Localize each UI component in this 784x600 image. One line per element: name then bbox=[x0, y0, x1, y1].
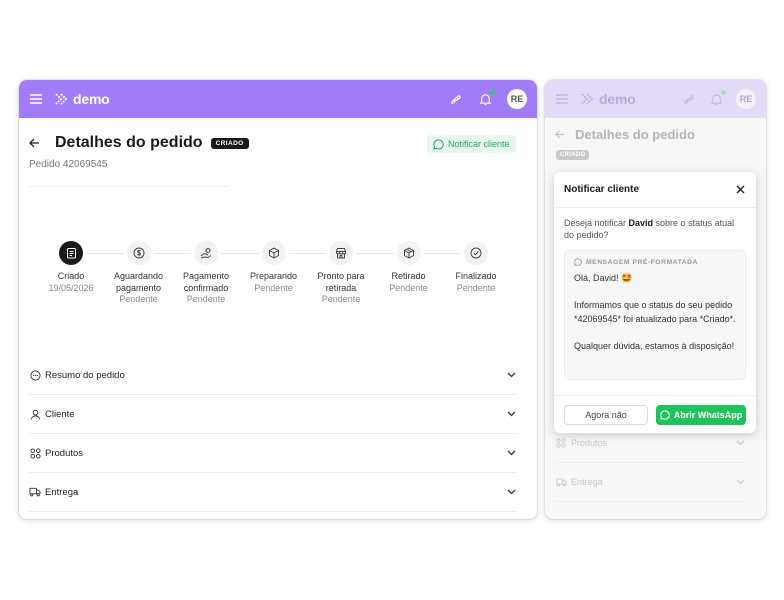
step-status: 19/05/2026 bbox=[48, 282, 94, 293]
notification-dot bbox=[490, 90, 495, 95]
cancel-button[interactable]: Agora não bbox=[564, 404, 649, 425]
clipboard-icon bbox=[59, 241, 83, 265]
step-status: Pendente bbox=[186, 294, 226, 304]
menu-icon[interactable] bbox=[29, 92, 43, 106]
truck-icon bbox=[555, 476, 567, 488]
whatsapp-icon bbox=[659, 409, 670, 420]
close-icon[interactable] bbox=[734, 184, 746, 196]
avatar: RE bbox=[736, 89, 756, 109]
message-tag: MENSAGEM PRÉ-FORMATADA bbox=[574, 258, 736, 266]
back-arrow-icon[interactable] bbox=[29, 136, 43, 150]
message-preview: MENSAGEM PRÉ-FORMATADA Olá, David! 🤩 Inf… bbox=[564, 250, 746, 380]
hand-coin-icon bbox=[194, 241, 218, 265]
step-status: Pendente bbox=[254, 282, 293, 293]
dollar-icon bbox=[126, 241, 151, 265]
logo-mark-icon bbox=[55, 93, 68, 105]
step-label: Pronto para retirada bbox=[317, 271, 365, 293]
status-badge: CRIADO bbox=[556, 150, 590, 160]
page-title: Detalhes do pedido bbox=[575, 127, 695, 142]
rocket-icon[interactable] bbox=[447, 91, 463, 107]
step-label: Pagamento confirmado bbox=[182, 271, 230, 293]
logo-text: demo bbox=[599, 91, 636, 107]
section-products[interactable]: Produtos bbox=[29, 434, 517, 473]
rocket-icon bbox=[680, 91, 696, 107]
section-delivery[interactable]: Entrega bbox=[29, 473, 517, 512]
top-bar: demo RE bbox=[545, 80, 766, 118]
check-circle-icon bbox=[464, 241, 488, 265]
section-label: Produtos bbox=[571, 438, 608, 448]
avatar[interactable]: RE bbox=[507, 89, 527, 109]
modal-question: Deseja notificar David sobre o status at… bbox=[564, 218, 735, 240]
top-bar: demo RE bbox=[19, 80, 537, 118]
page-title: Detalhes do pedido bbox=[55, 134, 203, 151]
step-status: Pendente bbox=[321, 294, 361, 304]
timeline-step: Pronto para retirada Pendente bbox=[308, 240, 374, 306]
step-status: Pendente bbox=[389, 282, 428, 293]
step-label: Retirado bbox=[391, 271, 426, 281]
notification-dot bbox=[721, 90, 726, 95]
step-status: Pendente bbox=[119, 294, 158, 304]
step-label: Preparando bbox=[249, 271, 298, 281]
logo: demo bbox=[581, 91, 636, 107]
whatsapp-icon bbox=[574, 258, 582, 266]
section-label: Produtos bbox=[45, 447, 84, 459]
timeline-step: Finalizado Pendente bbox=[443, 240, 509, 294]
section-customer[interactable]: Cliente bbox=[29, 395, 517, 434]
order-number: Pedido 42069545 bbox=[29, 159, 108, 170]
modal-title: Notificar cliente bbox=[564, 184, 640, 195]
bell-icon bbox=[708, 90, 726, 107]
step-label: Aguardando pagamento bbox=[113, 271, 164, 293]
truck-icon bbox=[29, 486, 41, 498]
logo-mark-icon bbox=[581, 93, 594, 105]
step-status: Pendente bbox=[456, 282, 496, 293]
step-label: Finalizado bbox=[455, 271, 497, 281]
order-details-panel: demo RE Detalhes do pedido CRIADO Pedido… bbox=[19, 80, 537, 519]
store-icon bbox=[329, 241, 353, 265]
box-icon bbox=[261, 241, 286, 265]
step-label: Criado bbox=[57, 271, 85, 281]
bell-icon[interactable] bbox=[477, 90, 495, 107]
chevron-down-icon[interactable] bbox=[507, 448, 517, 458]
timeline-step: Preparando Pendente bbox=[241, 240, 307, 294]
timeline-step: Aguardando pagamento Pendente bbox=[106, 240, 172, 306]
notify-customer-button[interactable]: Notificar cliente bbox=[427, 135, 516, 153]
section-order-summary[interactable]: Resumo do pedido bbox=[29, 356, 517, 395]
section-delivery: Entrega bbox=[555, 463, 746, 502]
grid-icon bbox=[555, 437, 567, 449]
status-badge: CRIADO bbox=[210, 137, 249, 149]
section-label: Cliente bbox=[45, 408, 75, 420]
back-arrow-icon bbox=[555, 128, 569, 142]
logo-text: demo bbox=[73, 91, 110, 107]
chevron-down-icon[interactable] bbox=[507, 487, 517, 497]
dots-circle-icon bbox=[29, 369, 41, 381]
menu-icon bbox=[555, 92, 569, 106]
chevron-down-icon bbox=[736, 438, 746, 448]
divider bbox=[29, 186, 229, 187]
package-icon bbox=[396, 241, 421, 265]
open-whatsapp-button[interactable]: Abrir WhatsApp bbox=[656, 404, 746, 425]
timeline-step: Criado 19/05/2026 bbox=[38, 240, 104, 294]
message-text: Olá, David! 🤩 Informamos que o status do… bbox=[574, 273, 736, 351]
chevron-down-icon[interactable] bbox=[507, 370, 517, 380]
notify-customer-modal: Notificar cliente Deseja notificar David… bbox=[554, 172, 756, 433]
grid-icon bbox=[29, 447, 41, 459]
order-timeline: Criado 19/05/2026 Aguardando pagamento Pend… bbox=[29, 240, 524, 320]
chevron-down-icon bbox=[736, 477, 746, 487]
chevron-down-icon[interactable] bbox=[507, 409, 517, 419]
timeline-step: Pagamento confirmado Pendente bbox=[173, 240, 239, 306]
notify-customer-label: Notificar cliente bbox=[448, 139, 510, 149]
whatsapp-icon bbox=[433, 138, 444, 150]
user-icon bbox=[29, 408, 41, 420]
timeline-step: Retirado Pendente bbox=[376, 240, 442, 294]
section-label: Entrega bbox=[45, 486, 79, 498]
section-label: Entrega bbox=[571, 477, 603, 487]
logo[interactable]: demo bbox=[55, 91, 110, 107]
customer-name: David bbox=[628, 218, 654, 228]
section-label: Resumo do pedido bbox=[45, 369, 125, 381]
